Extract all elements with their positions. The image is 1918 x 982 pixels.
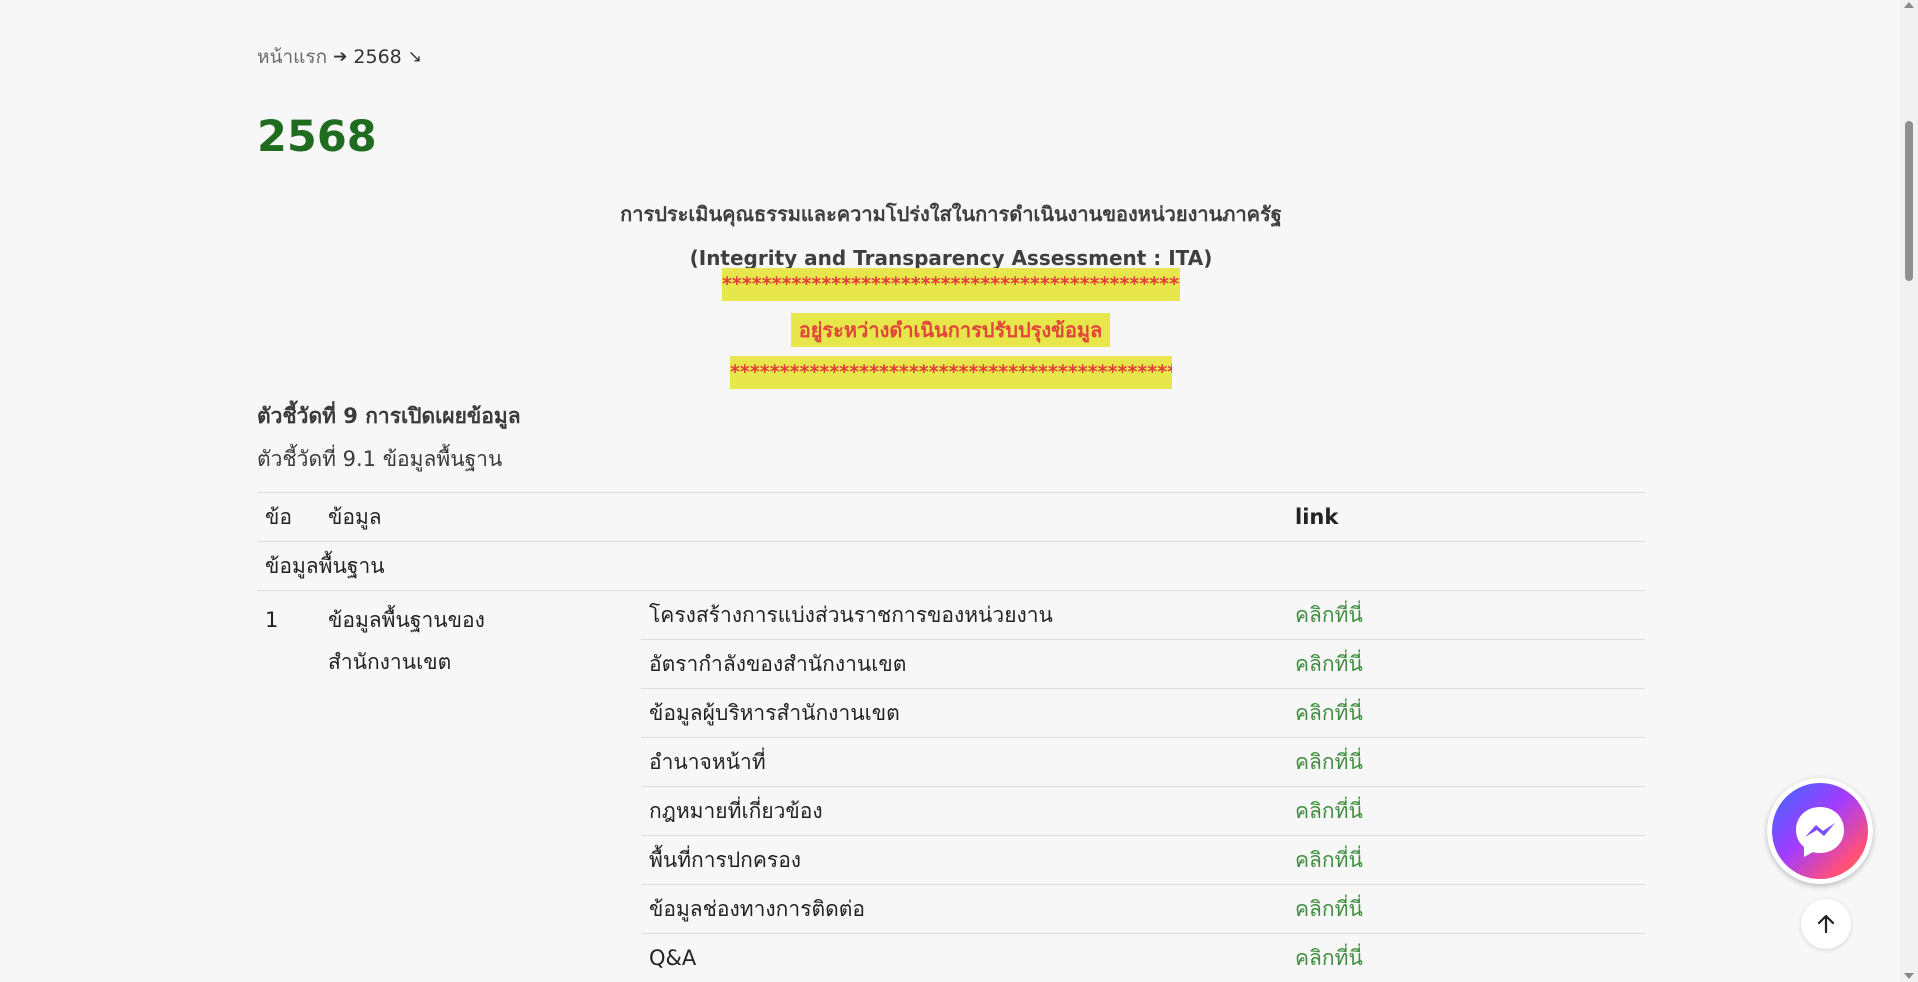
status-note: อยู่ระหว่างดำเนินการปรับปรุงข้อมูล bbox=[791, 313, 1110, 347]
section-label: ข้อมูลพื้นฐาน bbox=[257, 541, 1645, 591]
row-topic-line1: ข้อมูลพื้นฐานของ bbox=[328, 608, 485, 632]
data-table: ข้อ ข้อมูล link ข้อมูลพื้นฐาน 1 ข้อมูลพื… bbox=[257, 492, 1645, 982]
breadcrumb-current: 2568 bbox=[353, 46, 402, 68]
row-item: ข้อมูลช่องทางการติดต่อ bbox=[641, 884, 1287, 934]
breadcrumb: หน้าแรก ➔ 2568 ↘ bbox=[257, 42, 422, 72]
row-topic: ข้อมูลพื้นฐานของ สำนักงานเขต bbox=[320, 590, 641, 982]
table-header-row: ข้อ ข้อมูล link bbox=[257, 492, 1645, 542]
section-row: ข้อมูลพื้นฐาน bbox=[257, 541, 1645, 591]
click-here-link[interactable]: คลิกที่นี่ bbox=[1295, 603, 1363, 627]
table-row: 1 ข้อมูลพื้นฐานของ สำนักงานเขต โครงสร้าง… bbox=[257, 590, 1645, 982]
click-here-link[interactable]: คลิกที่นี่ bbox=[1295, 652, 1363, 676]
breadcrumb-arrow-icon: ➔ bbox=[333, 47, 348, 67]
scrollbar-thumb[interactable] bbox=[1905, 121, 1913, 281]
highlight-stars-bottom: ****************************************… bbox=[730, 356, 1172, 389]
header-link: link bbox=[1287, 492, 1645, 542]
row-item: โครงสร้างการแบ่งส่วนราชการของหน่วยงาน bbox=[641, 590, 1287, 640]
messenger-icon bbox=[1772, 783, 1868, 879]
row-item: พื้นที่การปกครอง bbox=[641, 835, 1287, 885]
page: หน้าแรก ➔ 2568 ↘ 2568 การประเมินคุณธรรมแ… bbox=[0, 0, 1918, 982]
header-no: ข้อ bbox=[257, 492, 320, 542]
row-item: กฎหมายที่เกี่ยวข้อง bbox=[641, 786, 1287, 836]
click-here-link[interactable]: คลิกที่นี่ bbox=[1295, 799, 1363, 823]
highlight-stars-top: ****************************************… bbox=[722, 268, 1180, 301]
arrow-up-icon bbox=[1817, 914, 1835, 934]
row-item: อำนาจหน้าที่ bbox=[641, 737, 1287, 787]
click-here-link[interactable]: คลิกที่นี่ bbox=[1295, 897, 1363, 921]
scroll-up-arrow-icon[interactable] bbox=[1904, 2, 1914, 8]
row-link-cell: คลิกที่นี่ bbox=[1287, 835, 1645, 885]
header-item-blank bbox=[641, 492, 1287, 542]
row-link-cell: คลิกที่นี่ bbox=[1287, 639, 1645, 689]
heading-thai: การประเมินคุณธรรมและความโปร่งใสในการดำเน… bbox=[620, 202, 1282, 226]
indicator-title: ตัวชี้วัดที่ 9 การเปิดเผยข้อมูล bbox=[257, 404, 521, 428]
row-topic-line2: สำนักงานเขต bbox=[328, 650, 452, 674]
click-here-link[interactable]: คลิกที่นี่ bbox=[1295, 946, 1363, 970]
scroll-down-arrow-icon[interactable] bbox=[1904, 973, 1914, 979]
click-here-link[interactable]: คลิกที่นี่ bbox=[1295, 701, 1363, 725]
vertical-scrollbar[interactable] bbox=[1900, 0, 1918, 982]
breadcrumb-home-link[interactable]: หน้าแรก bbox=[257, 42, 327, 72]
scroll-to-top-button[interactable] bbox=[1801, 899, 1851, 949]
assessment-heading: การประเมินคุณธรรมและความโปร่งใสในการดำเน… bbox=[257, 198, 1645, 274]
row-link-cell: คลิกที่นี่ bbox=[1287, 933, 1645, 982]
indicator-subtitle: ตัวชี้วัดที่ 9.1 ข้อมูลพื้นฐาน bbox=[257, 447, 503, 471]
row-link-cell: คลิกที่นี่ bbox=[1287, 786, 1645, 836]
row-link-cell: คลิกที่นี่ bbox=[1287, 884, 1645, 934]
row-item: Q&A bbox=[641, 933, 1287, 982]
header-info: ข้อมูล bbox=[320, 492, 641, 542]
row-item: ข้อมูลผู้บริหารสำนักงานเขต bbox=[641, 688, 1287, 738]
row-item: อัตรากำลังของสำนักงานเขต bbox=[641, 639, 1287, 689]
row-link-cell: คลิกที่นี่ bbox=[1287, 590, 1645, 640]
page-title: 2568 bbox=[257, 112, 377, 162]
breadcrumb-down-arrow-icon: ↘ bbox=[407, 47, 422, 67]
row-link-cell: คลิกที่นี่ bbox=[1287, 688, 1645, 738]
click-here-link[interactable]: คลิกที่นี่ bbox=[1295, 750, 1363, 774]
messenger-chat-button[interactable] bbox=[1767, 778, 1873, 884]
row-number: 1 bbox=[257, 590, 320, 982]
click-here-link[interactable]: คลิกที่นี่ bbox=[1295, 848, 1363, 872]
row-link-cell: คลิกที่นี่ bbox=[1287, 737, 1645, 787]
